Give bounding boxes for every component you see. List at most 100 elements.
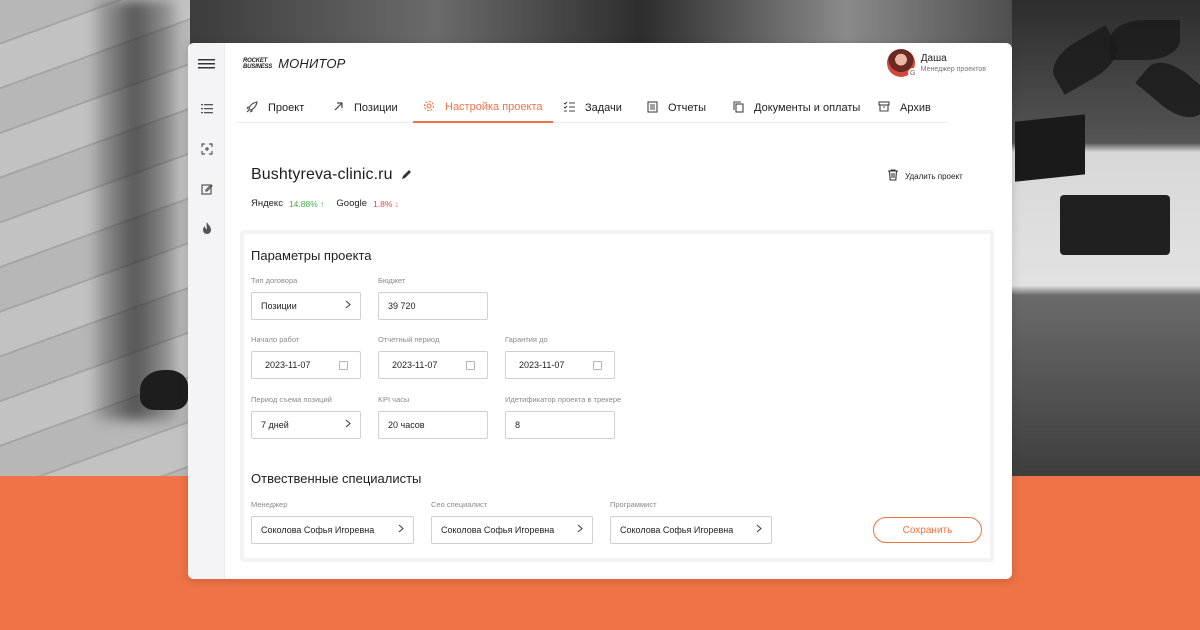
tracker-id-label: Идетификатор проекта в трекере bbox=[505, 395, 622, 404]
trash-icon bbox=[888, 169, 898, 184]
tab-label: Архив bbox=[900, 102, 931, 114]
copy-icon bbox=[732, 100, 744, 116]
project-title: Bushtyreva-clinic.ru bbox=[251, 166, 393, 183]
flame-icon[interactable] bbox=[197, 218, 216, 237]
position-stats: Яндекс 14.88% ↑ Google 1.8% ↓ bbox=[251, 198, 399, 209]
user-name: Даша bbox=[920, 52, 947, 64]
chevron-right-icon bbox=[345, 300, 351, 312]
specialists-title: Отвественные специалисты bbox=[251, 471, 422, 486]
user-role: Менеджер проектов bbox=[920, 65, 986, 73]
scan-icon[interactable] bbox=[197, 139, 216, 158]
contract-type-select[interactable]: Позиции bbox=[251, 292, 361, 320]
logo[interactable]: ROCKET BUSINESS МОНИТОР bbox=[243, 56, 346, 71]
start-date-input[interactable]: 2023-11-07 bbox=[251, 351, 361, 379]
logo-small-bottom: BUSINESS bbox=[243, 63, 273, 70]
document-icon bbox=[646, 100, 658, 116]
save-button[interactable]: Сохранить bbox=[873, 517, 982, 543]
tab-label: Настройка проекта bbox=[445, 101, 543, 113]
pencil-icon[interactable] bbox=[401, 169, 412, 183]
report-period-label: Отчетный период bbox=[378, 335, 440, 344]
report-period-value: 2023-11-07 bbox=[392, 360, 438, 370]
developer-select[interactable]: Соколова Софья Игоревна bbox=[610, 516, 772, 544]
menu-icon[interactable] bbox=[197, 54, 216, 73]
delete-project-button[interactable]: Удалить проект bbox=[888, 169, 963, 184]
period-select[interactable]: 7 дней bbox=[251, 411, 361, 439]
logo-title: МОНИТОР bbox=[278, 56, 346, 71]
background-person-blur bbox=[95, 0, 175, 420]
kpi-label: KPI часы bbox=[378, 395, 410, 404]
app-window: ROCKET BUSINESS МОНИТОР G Даша Менеджер … bbox=[188, 43, 1012, 579]
background-device bbox=[1060, 195, 1170, 255]
google-label: Google bbox=[336, 198, 368, 209]
kpi-input[interactable]: 20 часов bbox=[378, 411, 488, 439]
tab-label: Задачи bbox=[585, 102, 622, 114]
tracker-id-input[interactable]: 8 bbox=[505, 411, 615, 439]
calendar-icon[interactable] bbox=[466, 360, 475, 370]
chevron-right-icon bbox=[398, 524, 404, 536]
developer-value: Соколова Софья Игоревна bbox=[620, 525, 734, 535]
tab-label: Проект bbox=[268, 102, 305, 114]
seo-label: Сео специалист bbox=[431, 500, 488, 509]
tab-project-settings[interactable]: Настройка проекта bbox=[413, 93, 553, 123]
manager-label: Менеджер bbox=[251, 500, 288, 509]
start-date-value: 2023-11-07 bbox=[265, 360, 311, 370]
budget-label: Бюджет bbox=[378, 276, 406, 285]
background-leaf bbox=[1110, 20, 1180, 60]
google-value: 1.8% ↓ bbox=[373, 198, 400, 209]
period-value: 7 дней bbox=[261, 420, 289, 430]
tab-project[interactable]: Проект bbox=[236, 93, 314, 123]
params-title: Параметры проекта bbox=[251, 248, 372, 263]
warranty-input[interactable]: 2023-11-07 bbox=[505, 351, 615, 379]
calendar-icon[interactable] bbox=[593, 360, 602, 370]
gear-icon bbox=[423, 100, 435, 115]
contract-type-value: Позиции bbox=[261, 301, 297, 311]
tab-documents-payments[interactable]: Документы и оплаты bbox=[722, 93, 870, 123]
yandex-value: 14.88% ↑ bbox=[288, 198, 325, 209]
archive-icon bbox=[878, 101, 890, 115]
header: ROCKET BUSINESS МОНИТОР G Даша Менеджер … bbox=[225, 43, 1012, 85]
edit-icon[interactable] bbox=[197, 179, 216, 198]
warranty-label: Гарантия до bbox=[505, 335, 548, 344]
background-office bbox=[190, 0, 1010, 44]
tab-archive[interactable]: Архив bbox=[868, 93, 941, 123]
delete-project-label: Удалить проект bbox=[905, 172, 963, 181]
chevron-right-icon bbox=[345, 419, 351, 431]
tab-label: Позиции bbox=[354, 102, 398, 114]
tab-reports[interactable]: Отчеты bbox=[636, 93, 716, 123]
kpi-value: 20 часов bbox=[388, 420, 425, 430]
manager-select[interactable]: Соколова Софья Игоревна bbox=[251, 516, 414, 544]
background-keyboard bbox=[1015, 114, 1085, 182]
warranty-value: 2023-11-07 bbox=[519, 360, 565, 370]
avatar: G bbox=[886, 49, 918, 78]
developer-label: Программист bbox=[610, 500, 657, 509]
background-shoe bbox=[140, 370, 188, 410]
chevron-right-icon bbox=[756, 524, 762, 536]
tab-tasks[interactable]: Задачи bbox=[553, 93, 632, 123]
tab-bar: Проект Позиции Настройка проекта Задачи … bbox=[236, 93, 948, 123]
tab-label: Отчеты bbox=[668, 102, 707, 114]
logo-mark: ROCKET BUSINESS bbox=[243, 58, 272, 70]
tab-positions[interactable]: Позиции bbox=[322, 93, 408, 123]
seo-select[interactable]: Соколова Софья Игоревна bbox=[431, 516, 593, 544]
report-period-input[interactable]: 2023-11-07 bbox=[378, 351, 488, 379]
chevron-right-icon bbox=[577, 524, 583, 536]
budget-value: 39 720 bbox=[388, 301, 416, 311]
manager-value: Соколова Софья Игоревна bbox=[261, 525, 375, 535]
seo-value: Соколова Софья Игоревна bbox=[441, 525, 555, 535]
calendar-icon[interactable] bbox=[339, 360, 348, 370]
avatar-badge: G bbox=[907, 68, 918, 78]
sidebar bbox=[188, 43, 225, 579]
list-icon[interactable] bbox=[197, 99, 216, 118]
rocket-icon bbox=[246, 100, 258, 116]
start-label: Начало работ bbox=[251, 335, 300, 344]
tab-label: Документы и оплаты bbox=[754, 102, 861, 114]
arrow-up-right-icon bbox=[332, 101, 344, 115]
checklist-icon bbox=[563, 101, 575, 115]
period-label: Период съема позиций bbox=[251, 395, 332, 404]
tracker-id-value: 8 bbox=[515, 420, 521, 430]
budget-input[interactable]: 39 720 bbox=[378, 292, 488, 320]
user-info: Даша Менеджер проектов bbox=[921, 53, 986, 74]
contract-type-label: Тип договора bbox=[251, 276, 298, 285]
user-profile[interactable]: G Даша Менеджер проектов bbox=[886, 49, 986, 78]
yandex-label: Яндекс bbox=[251, 198, 283, 209]
